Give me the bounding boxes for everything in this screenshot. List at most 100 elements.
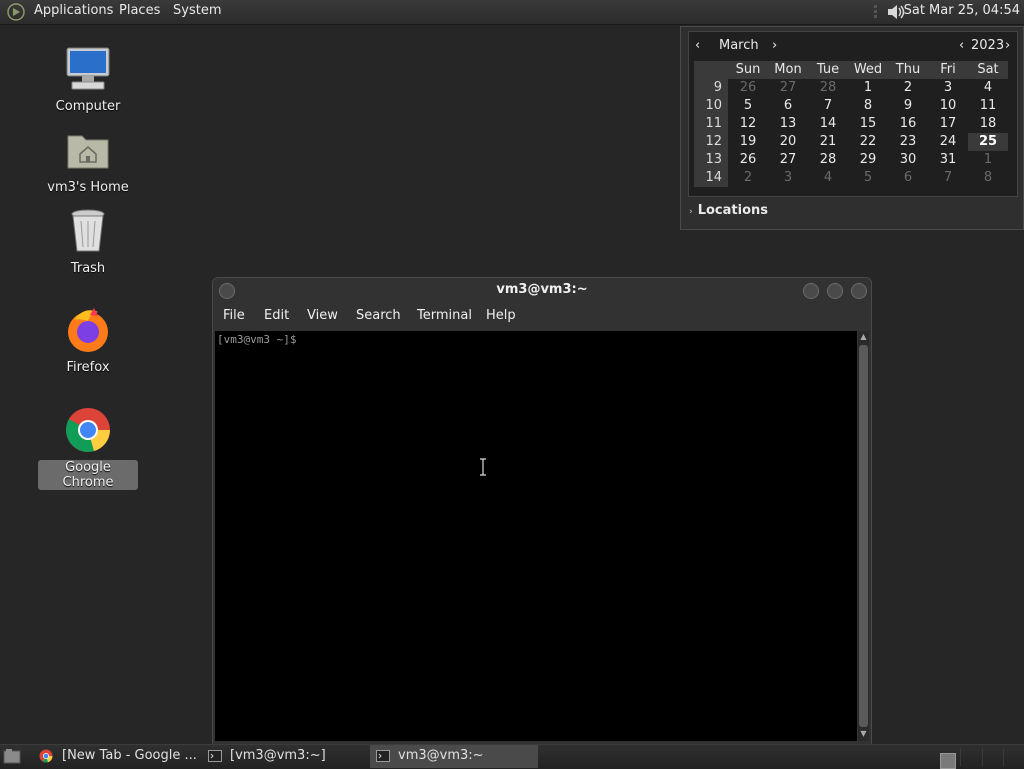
calendar-day[interactable]: 21 — [808, 133, 848, 151]
calendar-day[interactable]: 6 — [888, 169, 928, 187]
window-titlebar[interactable]: vm3@vm3:~ — [213, 278, 871, 304]
calendar-week-row: 10 5 6 7 8 9 10 11 — [694, 97, 1008, 115]
applications-menu[interactable]: Applications — [34, 3, 113, 18]
calendar-week-row: 11 12 13 14 15 16 17 18 — [694, 115, 1008, 133]
taskbar-button-terminal-1[interactable]: [vm3@vm3:~] — [202, 745, 368, 768]
calendar-day[interactable]: 26 — [728, 79, 768, 97]
calendar-day[interactable]: 20 — [768, 133, 808, 151]
locations-expander[interactable]: › Locations — [689, 203, 768, 218]
prev-year-button[interactable]: ‹ — [959, 38, 964, 53]
calendar-day[interactable]: 1 — [968, 151, 1008, 169]
menu-file[interactable]: File — [223, 308, 245, 323]
maximize-button[interactable] — [827, 283, 843, 299]
calendar-day[interactable]: 30 — [888, 151, 928, 169]
calendar-day[interactable]: 5 — [848, 169, 888, 187]
panel-handle — [874, 5, 877, 8]
terminal-scrollbar[interactable]: ▲ ▼ — [858, 331, 869, 741]
calendar-day[interactable]: 11 — [968, 97, 1008, 115]
ibeam-cursor-icon — [480, 458, 486, 476]
calendar-day[interactable]: 29 — [848, 151, 888, 169]
calendar-day[interactable]: 15 — [848, 115, 888, 133]
prev-month-button[interactable]: ‹ — [695, 38, 700, 53]
calendar-week-row: 9 26 27 28 1 2 3 4 — [694, 79, 1008, 97]
menu-view[interactable]: View — [307, 308, 338, 323]
locations-label: Locations — [697, 203, 769, 218]
show-desktop-icon[interactable] — [3, 748, 21, 764]
calendar-day[interactable]: 13 — [768, 115, 808, 133]
calendar-day[interactable]: 10 — [928, 97, 968, 115]
calendar-day[interactable]: 7 — [808, 97, 848, 115]
calendar-day[interactable]: 1 — [848, 79, 888, 97]
week-number: 10 — [694, 97, 728, 115]
day-header: Fri — [928, 61, 968, 79]
desktop-icon-chrome[interactable]: Google Chrome — [38, 406, 138, 490]
clock[interactable]: Sat Mar 25, 04:54 — [904, 3, 1020, 18]
desktop-icon-home[interactable]: vm3's Home — [38, 126, 138, 195]
terminal-output[interactable]: [vm3@vm3 ~]$ — [215, 331, 857, 741]
calendar-day[interactable]: 19 — [728, 133, 768, 151]
calendar-day[interactable]: 22 — [848, 133, 888, 151]
calendar-day[interactable]: 8 — [968, 169, 1008, 187]
desktop-icon-firefox[interactable]: Firefox — [38, 306, 138, 375]
calendar-day[interactable]: 17 — [928, 115, 968, 133]
next-month-button[interactable]: › — [772, 38, 777, 53]
calendar-day[interactable]: 2 — [888, 79, 928, 97]
calendar-day[interactable]: 27 — [768, 79, 808, 97]
calendar-day[interactable]: 16 — [888, 115, 928, 133]
calendar-day[interactable]: 9 — [888, 97, 928, 115]
calendar-day-today[interactable]: 25 — [968, 133, 1008, 151]
calendar-day[interactable]: 12 — [728, 115, 768, 133]
scroll-up-icon[interactable]: ▲ — [858, 332, 869, 341]
calendar-day[interactable]: 28 — [808, 151, 848, 169]
taskbar-button-terminal-2[interactable]: vm3@vm3:~ — [370, 745, 538, 768]
taskbar-label: [vm3@vm3:~] — [230, 748, 326, 763]
day-header: Mon — [768, 61, 808, 79]
week-number: 9 — [694, 79, 728, 97]
calendar-day[interactable]: 26 — [728, 151, 768, 169]
calendar-day[interactable]: 3 — [768, 169, 808, 187]
applications-logo-icon[interactable] — [7, 3, 25, 21]
workspace-switcher-4[interactable] — [1003, 748, 1024, 766]
calendar-day[interactable]: 4 — [808, 169, 848, 187]
menu-terminal[interactable]: Terminal — [417, 308, 472, 323]
calendar-day[interactable]: 8 — [848, 97, 888, 115]
desktop-icon-label: Google Chrome — [38, 460, 138, 490]
computer-icon — [66, 47, 110, 90]
calendar-day[interactable]: 18 — [968, 115, 1008, 133]
desktop-icon-computer[interactable]: Computer — [38, 45, 138, 114]
home-folder-icon — [67, 135, 109, 169]
calendar-day[interactable]: 6 — [768, 97, 808, 115]
shell-prompt: [vm3@vm3 ~]$ — [217, 333, 297, 346]
terminal-icon — [208, 750, 222, 762]
menu-search[interactable]: Search — [356, 308, 401, 323]
desktop-icon-trash[interactable]: Trash — [38, 207, 138, 276]
calendar-day[interactable]: 5 — [728, 97, 768, 115]
menu-edit[interactable]: Edit — [264, 308, 289, 323]
calendar-day[interactable]: 23 — [888, 133, 928, 151]
next-year-button[interactable]: › — [1005, 38, 1010, 53]
calendar-day[interactable]: 2 — [728, 169, 768, 187]
calendar-day[interactable]: 3 — [928, 79, 968, 97]
taskbar-button-chrome[interactable]: [New Tab - Google ... — [34, 745, 200, 768]
workspace-switcher-2[interactable] — [960, 748, 981, 766]
day-header: Wed — [848, 61, 888, 79]
system-menu[interactable]: System — [173, 3, 221, 18]
week-number: 11 — [694, 115, 728, 133]
workspace-switcher-3[interactable] — [982, 748, 1003, 766]
workspace-switcher-1[interactable] — [940, 753, 956, 769]
close-button[interactable] — [851, 283, 867, 299]
scroll-down-icon[interactable]: ▼ — [858, 729, 869, 738]
panel-handle — [874, 15, 877, 18]
calendar-day[interactable]: 7 — [928, 169, 968, 187]
year-label: 2023 — [971, 38, 1005, 53]
calendar-day[interactable]: 24 — [928, 133, 968, 151]
calendar-day[interactable]: 31 — [928, 151, 968, 169]
minimize-button[interactable] — [803, 283, 819, 299]
scrollbar-thumb[interactable] — [859, 345, 868, 727]
calendar-day[interactable]: 28 — [808, 79, 848, 97]
menu-help[interactable]: Help — [486, 308, 516, 323]
calendar-day[interactable]: 4 — [968, 79, 1008, 97]
calendar-day[interactable]: 27 — [768, 151, 808, 169]
calendar-day[interactable]: 14 — [808, 115, 848, 133]
places-menu[interactable]: Places — [119, 3, 160, 18]
